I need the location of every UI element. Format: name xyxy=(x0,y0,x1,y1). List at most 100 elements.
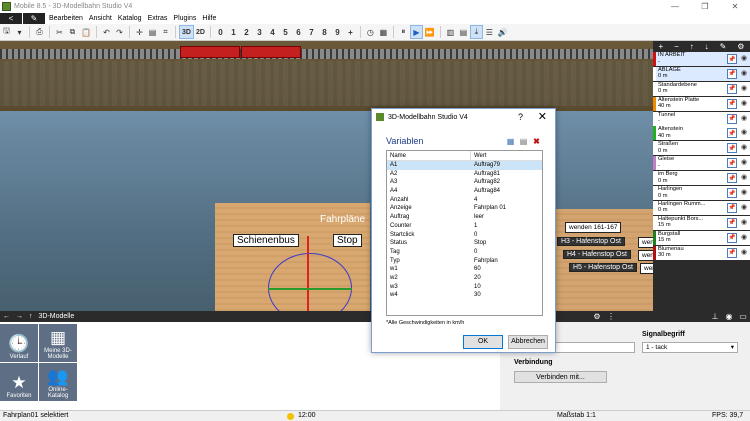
sun-icon[interactable] xyxy=(287,413,294,420)
pin-icon[interactable]: ⊥ xyxy=(708,312,722,321)
eye-icon[interactable]: ◉ xyxy=(739,219,749,227)
pin-icon[interactable]: 📌 xyxy=(727,158,737,169)
eye-icon[interactable]: ◉ xyxy=(739,249,749,257)
table-row[interactable]: Status Stop xyxy=(387,239,542,248)
menu-extras[interactable]: Extras xyxy=(145,15,171,22)
add-layer-icon[interactable]: + xyxy=(658,42,663,51)
layer-item[interactable]: ABLAGE 0 m 📌 ◉ xyxy=(653,66,750,81)
copy-icon[interactable]: ⧉ xyxy=(66,25,79,39)
clock-icon[interactable]: ◷ xyxy=(364,25,377,39)
eye-icon[interactable]: ◉ xyxy=(739,100,749,108)
add-camera-button[interactable]: + xyxy=(344,25,357,39)
table-row[interactable]: Anzahl 4 xyxy=(387,196,542,205)
pin-icon[interactable]: 📌 xyxy=(727,202,737,213)
split-icon[interactable]: ▭ xyxy=(736,312,750,321)
edit-mode-button[interactable]: ✎ xyxy=(23,13,45,24)
copy-variable-icon[interactable]: ▤ xyxy=(519,137,528,146)
eye-icon[interactable]: ◉ xyxy=(739,234,749,242)
arrow-down-icon[interactable]: ↓ xyxy=(705,42,709,51)
y-axis-gizmo[interactable] xyxy=(307,236,309,311)
view-3d-button[interactable]: 3D xyxy=(178,25,194,39)
menu-katalog[interactable]: Katalog xyxy=(115,15,145,22)
camera-slot-5[interactable]: 5 xyxy=(279,25,292,39)
route-sign[interactable]: H4 - Hafenstop Ost xyxy=(563,250,631,259)
tile-meine-modelle[interactable]: ▦ Meine 3D-Modelle xyxy=(39,324,77,362)
pin-icon[interactable]: 📌 xyxy=(727,188,737,199)
table-row[interactable]: w2 20 xyxy=(387,274,542,283)
connect-button[interactable]: Verbinden mit... xyxy=(514,371,607,383)
fast-forward-icon[interactable]: ⏩ xyxy=(423,25,437,39)
layout-icon[interactable]: ▤ xyxy=(146,25,159,39)
table-row[interactable]: A4 Auftrag84 xyxy=(387,187,542,196)
schienenbus-sign[interactable]: Schienenbus xyxy=(233,234,299,247)
camera-slot-8[interactable]: 8 xyxy=(318,25,331,39)
pin-icon[interactable]: 📌 xyxy=(727,98,737,109)
table-row[interactable]: Startclick 0 xyxy=(387,231,542,240)
pin-icon[interactable]: 📌 xyxy=(727,68,737,79)
eye-icon[interactable]: ◉ xyxy=(739,70,749,78)
sound-icon[interactable]: 🔊 xyxy=(496,25,510,39)
signal-select[interactable]: 1 - tack ▾ xyxy=(642,342,738,353)
camera-slot-0[interactable]: 0 xyxy=(214,25,227,39)
tile-online-katalog[interactable]: 👥 Online-Katalog xyxy=(39,363,77,401)
help-button[interactable]: ? xyxy=(518,112,523,122)
eye-icon[interactable]: ◉ xyxy=(722,312,736,321)
layer-item[interactable]: Harlingen 0 m 📌 ◉ xyxy=(653,186,750,201)
delete-variable-icon[interactable]: ✖ xyxy=(532,137,541,146)
camera-slot-1[interactable]: 1 xyxy=(227,25,240,39)
table-row[interactable]: Auftrag leer xyxy=(387,213,542,222)
paste-icon[interactable]: 📋 xyxy=(79,25,93,39)
camera-slot-4[interactable]: 4 xyxy=(266,25,279,39)
eye-icon[interactable]: ◉ xyxy=(739,115,749,123)
grid-icon[interactable]: ▥ xyxy=(444,25,457,39)
stop-sign[interactable]: Stop xyxy=(333,234,362,247)
tile-verlauf[interactable]: 🕒 Verlauf xyxy=(0,324,38,362)
pin-icon[interactable]: 📌 xyxy=(727,113,737,124)
eye-icon[interactable]: ◉ xyxy=(739,55,749,63)
layer-item[interactable]: Haltepunkt Bors... 15 m 📌 ◉ xyxy=(653,215,750,230)
pin-icon[interactable]: 📌 xyxy=(727,247,737,258)
edit-icon[interactable]: ✎ xyxy=(720,42,727,51)
camera-slot-3[interactable]: 3 xyxy=(253,25,266,39)
table-row[interactable]: Typ Fahrplan xyxy=(387,257,542,266)
cut-icon[interactable]: ✂ xyxy=(53,25,66,39)
route-sign[interactable]: wende xyxy=(638,237,653,248)
track-icon[interactable]: ☰ xyxy=(483,25,496,39)
close-dialog-button[interactable]: ✕ xyxy=(538,110,547,123)
tile-favoriten[interactable]: ★ Favoriten xyxy=(0,363,38,401)
route-sign[interactable]: H3 - Hafenstop Ost xyxy=(557,237,625,246)
pin-icon[interactable]: 📌 xyxy=(727,217,737,228)
arrow-up-icon[interactable]: ↑ xyxy=(29,313,33,320)
eye-icon[interactable]: ◉ xyxy=(739,129,749,137)
arrow-left-icon[interactable]: ← xyxy=(3,313,10,320)
menu-plugins[interactable]: Plugins xyxy=(170,15,199,22)
menu-bearbeiten[interactable]: Bearbeiten xyxy=(46,15,86,22)
camera-slot-7[interactable]: 7 xyxy=(305,25,318,39)
route-sign[interactable]: H5 - Hafenstop Ost xyxy=(569,263,637,272)
camera-slot-9[interactable]: 9 xyxy=(331,25,344,39)
pin-icon[interactable]: 📌 xyxy=(727,173,737,184)
eye-icon[interactable]: ◉ xyxy=(739,85,749,93)
eye-icon[interactable]: ◉ xyxy=(739,189,749,197)
table-row[interactable]: Counter 1 xyxy=(387,222,542,231)
gear-icon[interactable]: ⚙ xyxy=(737,42,744,51)
train-car[interactable] xyxy=(180,46,240,58)
dropdown-arrow-icon[interactable]: ▾ xyxy=(13,25,26,39)
gear-icon[interactable]: ⚙ xyxy=(590,312,604,321)
eye-icon[interactable]: ◉ xyxy=(739,204,749,212)
add-variable-icon[interactable]: ▦ xyxy=(506,137,515,146)
table-row[interactable]: Tag 0 xyxy=(387,248,542,257)
layer-item[interactable]: im Berg 0 m 📌 ◉ xyxy=(653,171,750,186)
layer-item[interactable]: Gleise - 📌 ◉ xyxy=(653,156,750,171)
table-row[interactable]: w3 10 xyxy=(387,283,542,292)
layer-item[interactable]: Standardebene 0 m 📌 ◉ xyxy=(653,81,750,96)
column-header-value[interactable]: Wert xyxy=(471,151,487,160)
layer-item[interactable]: Altenstein 40 m 📌 ◉ xyxy=(653,126,750,141)
camera-slot-6[interactable]: 6 xyxy=(292,25,305,39)
minimize-button[interactable]: — xyxy=(660,0,690,13)
camera-slot-2[interactable]: 2 xyxy=(240,25,253,39)
arrow-up-icon[interactable]: ↑ xyxy=(690,42,694,51)
table-row[interactable]: w4 30 xyxy=(387,291,542,300)
menu-ansicht[interactable]: Ansicht xyxy=(86,15,115,22)
x-axis-gizmo[interactable] xyxy=(268,288,352,290)
